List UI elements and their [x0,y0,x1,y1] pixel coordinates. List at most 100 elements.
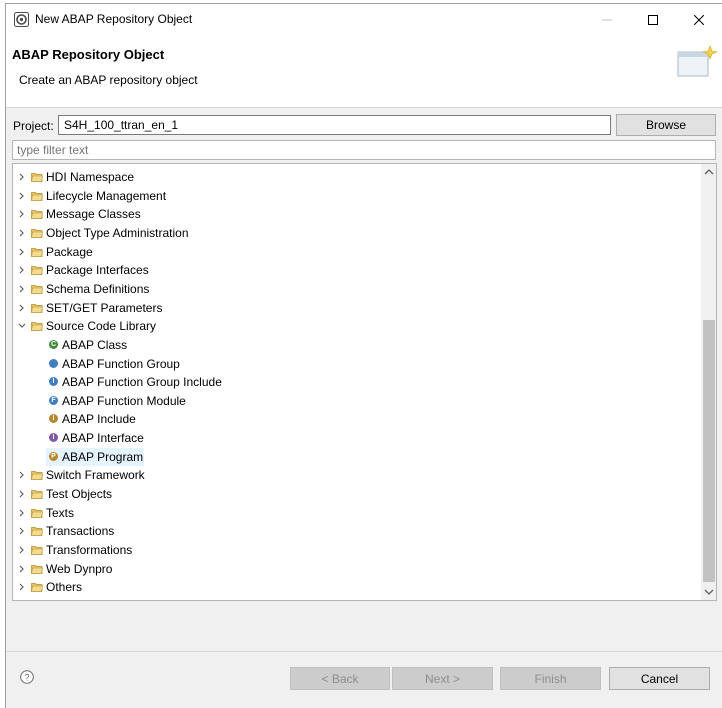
tree-child-item[interactable]: I ABAP Function Group Include [13,373,693,391]
tree-child-item[interactable]: F ABAP Function Module [13,392,693,410]
tree-scrollbar[interactable] [701,164,716,600]
tree-item[interactable]: Others [13,578,693,596]
eclipse-app-icon [14,12,29,27]
folder-icon [31,583,43,593]
tree-item[interactable]: Package Interfaces [13,261,693,279]
close-icon [694,15,704,25]
chevron-right-icon[interactable] [17,303,27,313]
tree-child-item[interactable]: I ABAP Interface [13,429,693,447]
tree-item-label: Switch Framework [46,468,145,483]
chevron-right-icon[interactable] [17,582,27,592]
tree-child-item[interactable]: C ABAP Class [13,336,693,354]
program-icon: P [49,451,58,461]
minimize-button[interactable] [584,4,630,36]
folder-icon [31,173,43,182]
tree-item-label: Source Code Library [46,319,157,334]
project-input[interactable] [58,115,611,135]
tree-child-label: ABAP Function Group [62,356,180,371]
tree-item-label: Web Dynpro [46,561,113,576]
folder-icon [31,508,43,518]
tree-item-label: Test Objects [46,487,113,502]
tree-child-item[interactable]: P ABAP Program [13,447,693,466]
back-button[interactable]: < Back [290,667,390,690]
folder-icon [31,247,43,257]
wizard-title: ABAP Repository Object [12,47,165,62]
interface-icon: I [49,433,58,443]
scroll-up-icon[interactable] [704,168,714,176]
tree-child-label: ABAP Class [62,337,128,352]
next-button[interactable]: Next > [392,667,493,690]
cancel-button[interactable]: Cancel [609,667,710,690]
maximize-button[interactable] [630,4,676,36]
tree-item-label: Transactions [46,524,115,539]
browse-button[interactable]: Browse [616,114,716,136]
filter-input[interactable] [12,140,716,160]
function-group-include-icon: I [49,377,58,387]
scroll-thumb[interactable] [703,320,715,582]
include-icon: I [49,414,58,424]
maximize-icon [648,15,658,25]
chevron-right-icon[interactable] [17,209,27,219]
chevron-right-icon[interactable] [17,508,27,518]
tree-item-label: HDI Namespace [46,170,135,184]
scroll-down-icon[interactable] [704,588,714,596]
tree-child-label: ABAP Include [62,412,136,427]
tree-child-item[interactable]: ABAP Function Group [13,355,693,373]
function-group-icon [49,358,58,368]
folder-icon [31,285,43,294]
folder-icon [31,303,43,313]
chevron-right-icon[interactable] [17,284,27,294]
tree-item[interactable]: Source Code Library [13,317,693,335]
folder-icon [31,471,43,481]
help-icon[interactable]: ? [20,670,34,684]
chevron-right-icon[interactable] [17,191,27,201]
tree-item[interactable]: Web Dynpro [13,560,693,578]
chevron-right-icon[interactable] [17,228,27,238]
tree-item[interactable]: Texts [13,504,693,522]
tree-item[interactable]: HDI Namespace [13,168,693,186]
tree-item-label: Package Interfaces [46,263,149,278]
folder-icon [31,229,43,238]
chevron-right-icon[interactable] [17,172,27,182]
title-bar: New ABAP Repository Object [6,4,722,36]
folder-icon [31,490,43,499]
tree-child-label: ABAP Function Module [62,393,186,408]
chevron-right-icon[interactable] [17,545,27,555]
function-module-icon: F [49,395,58,405]
tree-item-label: Message Classes [46,207,141,222]
tree-item[interactable]: Message Classes [13,205,693,223]
tree-item-label: Schema Definitions [46,281,150,296]
tree-item[interactable]: Lifecycle Management [13,187,693,205]
wizard-description: Create an ABAP repository object [19,73,198,87]
new-repository-object-dialog: New ABAP Repository Object ABAP Reposito… [5,3,722,708]
tree-item[interactable]: Package [13,243,693,261]
tree-item[interactable]: SET/GET Parameters [13,299,693,317]
chevron-down-icon[interactable] [17,321,27,331]
folder-icon [31,266,43,276]
tree-item[interactable]: Test Objects [13,485,693,503]
chevron-right-icon[interactable] [17,564,27,574]
tree-item-label: SET/GET Parameters [46,300,163,315]
folder-icon [31,210,43,220]
tree-item-label: Others [46,580,83,595]
close-button[interactable] [676,4,722,36]
finish-button[interactable]: Finish [500,667,601,690]
chevron-right-icon[interactable] [17,265,27,275]
window-title: New ABAP Repository Object [35,12,193,26]
class-icon: C [49,339,58,349]
chevron-right-icon[interactable] [17,526,27,536]
tree-item[interactable]: Object Type Administration [13,224,693,242]
folder-icon [31,527,43,537]
chevron-right-icon[interactable] [17,470,27,480]
folder-icon [31,564,43,574]
footer-separator [6,651,722,652]
tree-child-item[interactable]: I ABAP Include [13,410,693,428]
chevron-right-icon[interactable] [17,489,27,499]
tree-item[interactable]: Switch Framework [13,466,693,484]
chevron-right-icon[interactable] [17,247,27,257]
tree-item[interactable]: Transformations [13,541,693,559]
wizard-header: ABAP Repository Object Create an ABAP re… [6,36,722,108]
tree-item[interactable]: Schema Definitions [13,280,693,298]
tree-item[interactable]: Transactions [13,522,693,540]
tree-child-label: ABAP Interface [62,431,144,446]
